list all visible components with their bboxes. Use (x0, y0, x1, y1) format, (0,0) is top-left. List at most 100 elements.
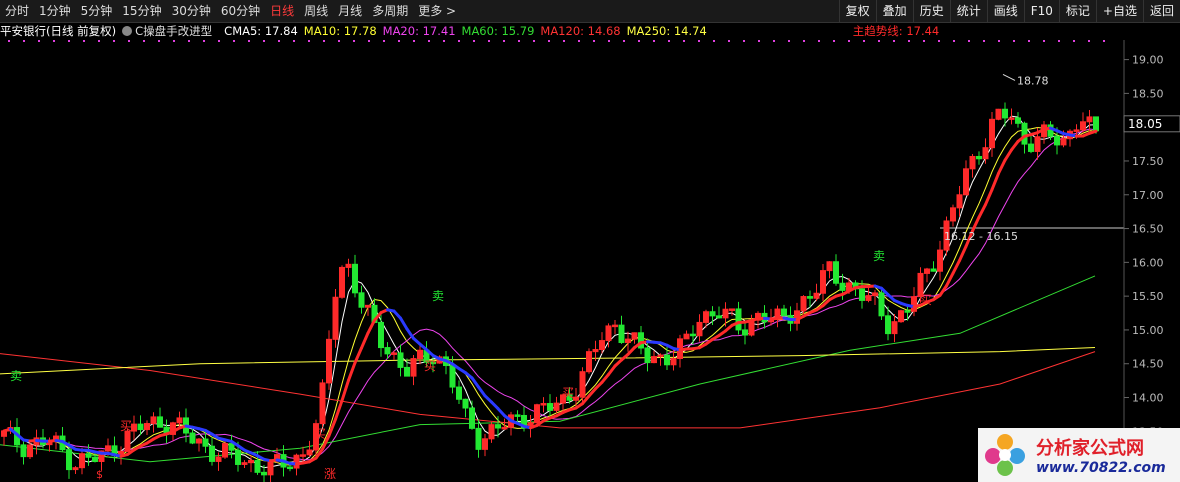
up-candle (1041, 120, 1047, 144)
tab-60min[interactable]: 60分钟 (216, 0, 265, 22)
candle-body (898, 310, 904, 323)
candlestick-chart[interactable]: 18.7812.5216.12 - 16.15卖卖卖买买买买买涨$ 19.001… (0, 40, 1180, 482)
trend-segment (360, 331, 370, 350)
candle-body (417, 349, 423, 360)
up-candle (1067, 129, 1073, 147)
tab-30min[interactable]: 30分钟 (167, 0, 216, 22)
tab-monthly[interactable]: 月线 (333, 0, 367, 22)
candle-body (553, 402, 560, 411)
sell-signal: 卖 (10, 369, 22, 383)
candle-body (969, 155, 976, 170)
signal-dot (158, 40, 160, 42)
signal-dot (503, 40, 505, 42)
candle-body (742, 329, 748, 336)
up-candle (605, 323, 612, 348)
up-candle (306, 440, 313, 458)
tab-weekly[interactable]: 周线 (299, 0, 333, 22)
up-candle (391, 350, 397, 360)
overlay-button[interactable]: 叠加 (875, 0, 913, 22)
candle-body (261, 471, 267, 476)
down-candle (189, 426, 196, 445)
candle-body (703, 311, 709, 323)
up-candle (748, 314, 755, 337)
tab-daily[interactable]: 日线 (265, 0, 299, 22)
down-candle (833, 254, 839, 286)
watermark-url: www.70822.com (1036, 460, 1166, 476)
up-candle (131, 415, 137, 441)
candle-body (319, 382, 326, 425)
top-toolbar: 分时 1分钟 5分钟 15分钟 30分钟 60分钟 日线 周线 月线 多周期 更… (0, 0, 1180, 23)
candle-body (963, 168, 969, 196)
candle-body (514, 414, 521, 417)
tab-multi-period[interactable]: 多周期 (367, 0, 413, 22)
ma250-line (0, 347, 1096, 375)
mark-button[interactable]: 标记 (1058, 0, 1096, 22)
up-candle (683, 330, 690, 340)
up-candle (969, 153, 976, 178)
signal-dot (338, 40, 340, 42)
signal-dot (278, 40, 280, 42)
candle-body (1021, 122, 1028, 145)
candle-body (664, 354, 670, 366)
indicator-label: C操盘手改进型 (135, 24, 213, 38)
signal-dot (8, 40, 10, 42)
candle-body (781, 308, 787, 316)
signal-dot (428, 40, 430, 42)
indicator-dropdown-icon[interactable] (122, 26, 133, 36)
signal-dot (653, 40, 655, 42)
signal-dot (128, 40, 130, 42)
candle-body (911, 296, 917, 312)
up-candle (995, 108, 1002, 121)
candle-body (365, 304, 371, 308)
down-candle (735, 301, 742, 335)
down-candle (163, 419, 170, 444)
statistics-button[interactable]: 统计 (949, 0, 987, 22)
history-button[interactable]: 历史 (912, 0, 950, 22)
stock-name[interactable]: 平安银行(日线 前复权) (0, 23, 116, 39)
tab-timeshare[interactable]: 分时 (0, 0, 34, 22)
candle-body (924, 268, 930, 274)
tab-15min[interactable]: 15分钟 (117, 0, 166, 22)
dollar-signal: $ (96, 468, 103, 481)
trend-segment (399, 316, 409, 331)
down-candle (456, 380, 462, 404)
trend-segment (984, 188, 994, 207)
price-tick-label: 14.00 (1132, 392, 1164, 405)
candle-body (1002, 108, 1008, 119)
candle-body (956, 194, 963, 209)
signal-dot (173, 40, 175, 42)
draw-line-button[interactable]: 画线 (986, 0, 1024, 22)
tab-5min[interactable]: 5分钟 (76, 0, 118, 22)
candle-body (794, 310, 800, 324)
candle-body (573, 396, 579, 401)
candle-body (709, 311, 716, 317)
candle-body (1093, 116, 1099, 132)
candle-body (254, 459, 261, 473)
tab-more[interactable]: 更多 > (413, 0, 461, 22)
f10-button[interactable]: F10 (1023, 0, 1059, 22)
ma20-value: MA20: 17.41 (382, 24, 456, 38)
candle-body (495, 424, 501, 429)
high-pointer (1002, 74, 1016, 81)
tab-1min[interactable]: 1分钟 (34, 0, 76, 22)
restore-rights-button[interactable]: 复权 (838, 0, 876, 22)
candle-body (1015, 117, 1021, 124)
signal-dot (248, 40, 250, 42)
watermark-title: 分析家公式网 (1036, 438, 1144, 459)
candle-body (839, 282, 846, 291)
candle-body (644, 347, 651, 364)
down-candle (514, 410, 521, 423)
signal-dot (863, 40, 865, 42)
signal-dot (953, 40, 955, 42)
candle-body (722, 308, 729, 319)
signal-dot (1088, 40, 1090, 42)
up-candle (196, 437, 202, 452)
signal-dot (803, 40, 805, 42)
up-candle (27, 442, 33, 459)
signal-dot (668, 40, 670, 42)
add-watchlist-button[interactable]: +自选 (1095, 0, 1143, 22)
indicator-name[interactable]: C操盘手改进型 (122, 23, 218, 39)
trend-segment (977, 203, 987, 219)
back-button[interactable]: 返回 (1142, 0, 1180, 22)
candle-body (339, 266, 345, 298)
